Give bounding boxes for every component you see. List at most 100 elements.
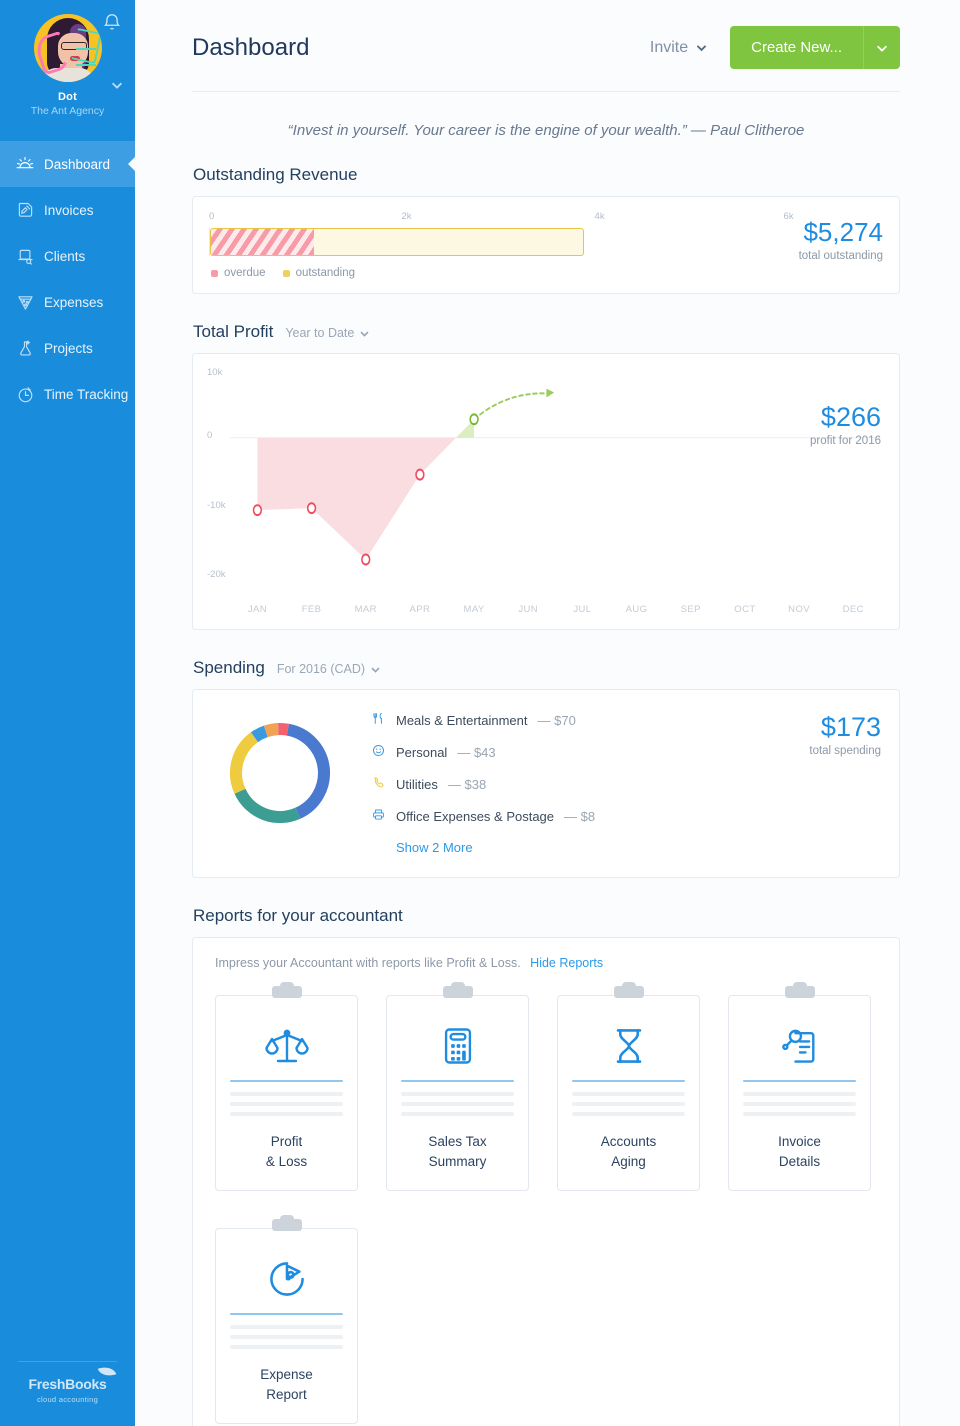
calculator-icon — [436, 1018, 480, 1074]
x-tick-mar: MAR — [355, 604, 377, 615]
motivational-quote: “Invest in yourself. Your career is the … — [192, 92, 900, 165]
expenses-pizza-icon — [12, 289, 38, 315]
reports-intro-text: Impress your Accountant with reports lik… — [215, 956, 521, 970]
revenue-bar-outstanding[interactable] — [210, 228, 584, 256]
sidebar-item-label: Clients — [44, 249, 85, 264]
total-profit-range-dropdown[interactable]: Year to Date — [285, 326, 370, 340]
sidebar-item-invoices[interactable]: Invoices — [0, 187, 135, 233]
total-profit-header: Total Profit Year to Date — [193, 322, 900, 342]
legend-item-overdue: overdue — [211, 267, 266, 279]
spending-summary: $173 total spending — [721, 712, 881, 757]
sidebar-item-projects[interactable]: Projects — [0, 325, 135, 371]
total-profit-range-label: Year to Date — [285, 326, 354, 340]
hourglass-icon — [607, 1018, 651, 1074]
spending-item[interactable]: Meals & Entertainment — $70 — [371, 712, 721, 728]
x-tick-may: MAY — [464, 604, 485, 615]
report-card-label: ExpenseReport — [260, 1365, 313, 1406]
pie-slice-icon — [265, 1251, 309, 1307]
spending-total: $173 — [721, 712, 881, 743]
clipboard-clip-icon — [614, 986, 644, 998]
profit-total-label: profit for 2016 — [810, 435, 881, 447]
x-tick-sep: SEP — [681, 604, 701, 615]
clipboard-lines — [401, 1080, 514, 1122]
axis-tick-4k: 4k — [595, 211, 605, 222]
show-more-link[interactable]: Show 2 More — [396, 840, 721, 855]
invite-label: Invite — [650, 39, 688, 57]
x-tick-jul: JUL — [573, 604, 591, 615]
clipboard-lines — [743, 1080, 856, 1122]
report-card-expense-report[interactable]: ExpenseReport — [215, 1219, 358, 1424]
avatar[interactable] — [34, 14, 102, 82]
sidebar-item-clients[interactable]: Clients — [0, 233, 135, 279]
total-profit-summary: $266 profit for 2016 — [810, 402, 881, 447]
spending-item-amount: — $70 — [538, 713, 576, 728]
sidebar-item-time-tracking[interactable]: Time Tracking — [0, 371, 135, 417]
sidebar-item-label: Projects — [44, 341, 93, 356]
legend-label: outstanding — [296, 267, 355, 279]
topbar-actions: Invite Create New... — [650, 26, 900, 69]
y-tick-neg20k: -20k — [207, 569, 225, 580]
y-tick-neg10k: -10k — [207, 500, 225, 511]
spending-item-amount: — $43 — [457, 745, 495, 760]
create-new-button[interactable]: Create New... — [730, 26, 863, 69]
reports-grid: Profit& Loss — [215, 986, 877, 1424]
sidebar-footer: FreshBooks cloud accounting — [18, 1361, 117, 1426]
axis-tick-0: 0 — [209, 211, 214, 222]
outstanding-total-label: total outstanding — [733, 250, 883, 262]
chevron-down-icon — [875, 41, 889, 55]
axis-tick-2k: 2k — [402, 211, 412, 222]
clipboard-lines — [230, 1313, 343, 1355]
topbar: Dashboard Invite Create New... — [192, 0, 900, 92]
x-tick-aug: AUG — [626, 604, 648, 615]
reports-intro: Impress your Accountant with reports lik… — [215, 956, 877, 970]
x-tick-dec: DEC — [843, 604, 864, 615]
sidebar-item-expenses[interactable]: Expenses — [0, 279, 135, 325]
x-tick-feb: FEB — [302, 604, 322, 615]
sidebar: Dot The Ant Agency Dashboard — [0, 0, 135, 1426]
chevron-down-icon[interactable] — [110, 78, 124, 97]
spending-item-label: Personal — [396, 745, 447, 760]
sidebar-item-label: Expenses — [44, 295, 103, 310]
spending-item[interactable]: Personal — $43 — [371, 744, 721, 760]
x-tick-nov: NOV — [788, 604, 810, 615]
cutlery-icon — [371, 712, 386, 728]
sidebar-item-dashboard[interactable]: Dashboard — [0, 141, 135, 187]
report-card-invoice-details[interactable]: InvoiceDetails — [728, 986, 871, 1191]
balance-scale-icon — [263, 1018, 311, 1074]
reports-card: Impress your Accountant with reports lik… — [192, 937, 900, 1426]
report-card-profit-loss[interactable]: Profit& Loss — [215, 986, 358, 1191]
spending-item-amount: — $8 — [564, 809, 595, 824]
clipboard-clip-icon — [272, 986, 302, 998]
main-content: Dashboard Invite Create New... “Invest i… — [135, 0, 960, 1426]
chevron-down-icon — [695, 41, 708, 54]
hide-reports-link[interactable]: Hide Reports — [530, 956, 603, 970]
revenue-bar-overdue — [211, 229, 314, 255]
report-card-sales-tax-summary[interactable]: Sales TaxSummary — [386, 986, 529, 1191]
total-profit-card: 10k 0 -10k -20k JANFEBMARAPRMAYJUNJULAUG… — [192, 353, 900, 630]
spending-item-label: Meals & Entertainment — [396, 713, 528, 728]
y-tick-10k: 10k — [207, 367, 222, 378]
clients-icon — [12, 243, 38, 269]
chevron-down-icon — [359, 328, 370, 339]
spending-item[interactable]: Office Expenses & Postage — $8 — [371, 808, 721, 824]
profile-block[interactable]: Dot The Ant Agency — [0, 0, 135, 125]
invite-dropdown[interactable]: Invite — [650, 39, 708, 57]
clipboard-clip-icon — [443, 986, 473, 998]
freshbooks-tagline: cloud accounting — [18, 1395, 117, 1404]
spending-range-dropdown[interactable]: For 2016 (CAD) — [277, 662, 381, 676]
notification-bell-icon[interactable] — [101, 12, 123, 34]
freshbooks-logo-text: FreshBooks — [29, 1376, 107, 1392]
legend-item-outstanding: outstanding — [283, 267, 355, 279]
total-profit-title: Total Profit — [193, 322, 273, 342]
create-new-dropdown-toggle[interactable] — [863, 26, 900, 69]
spending-donut-chart[interactable] — [225, 718, 345, 833]
dashboard-sun-icon — [12, 151, 38, 177]
report-card-accounts-aging[interactable]: AccountsAging — [557, 986, 700, 1191]
report-card-label: InvoiceDetails — [778, 1132, 821, 1173]
profit-chart-svg — [207, 366, 885, 617]
spending-total-label: total spending — [721, 745, 881, 757]
app-root: Dot The Ant Agency Dashboard — [0, 0, 960, 1426]
outstanding-total: $5,274 — [733, 217, 883, 248]
stopwatch-icon — [12, 381, 38, 407]
spending-item[interactable]: Utilities — $38 — [371, 776, 721, 792]
